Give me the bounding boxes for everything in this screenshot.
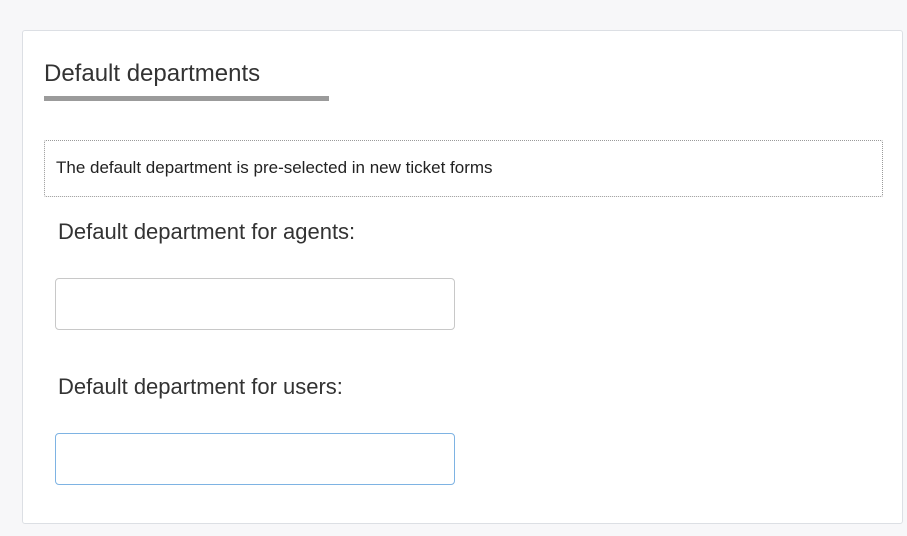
users-department-input[interactable]	[55, 433, 455, 485]
agents-department-input[interactable]	[55, 278, 455, 330]
agents-department-label: Default department for agents:	[58, 219, 356, 244]
hint-box: The default department is pre-selected i…	[44, 140, 883, 197]
title-underline	[44, 96, 329, 101]
users-department-label: Default department for users:	[58, 374, 343, 399]
section-title: Default departments	[44, 60, 261, 87]
hint-text: The default department is pre-selected i…	[56, 158, 493, 177]
default-departments-panel: Default departments The default departme…	[22, 30, 903, 524]
